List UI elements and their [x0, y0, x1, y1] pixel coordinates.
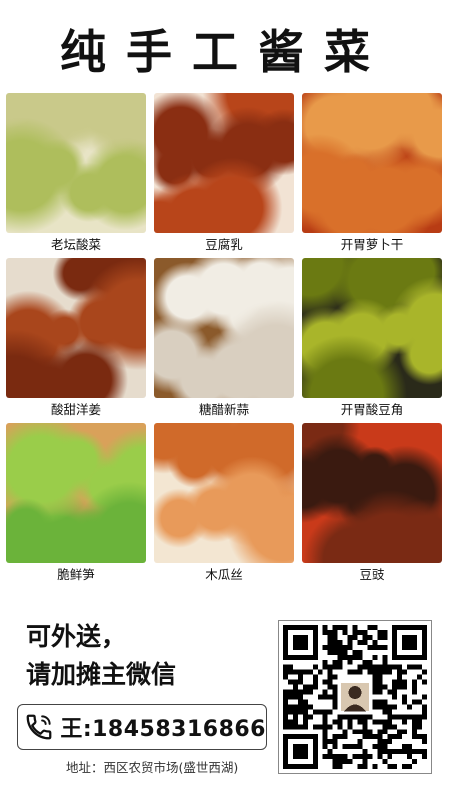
promo-line-2: 请加摊主微信: [26, 660, 177, 689]
product-photo: [154, 93, 294, 233]
product-name: 糖醋新蒜: [198, 402, 249, 417]
delivery-promo: 可外送， 请加摊主微信: [26, 618, 276, 694]
product-name: 开胃萝卜干: [340, 237, 404, 252]
qr-code-graphic: [283, 625, 427, 769]
product-name: 酸甜洋姜: [50, 402, 101, 417]
address-text: 地址：西区农贸市场(盛世西湖): [66, 760, 239, 775]
product-photo: [6, 258, 146, 398]
product-name: 木瓜丝: [205, 567, 243, 582]
phone-icon: [18, 705, 60, 749]
product-photo: [302, 423, 442, 563]
product-photo: [302, 258, 442, 398]
product-name: 豆腐乳: [205, 237, 243, 252]
product-item[interactable]: 老坛酸菜: [6, 93, 146, 255]
product-name: 豆豉: [359, 567, 385, 582]
product-grid: 老坛酸菜 豆腐乳 开胃萝卜干 酸甜洋姜 糖醋新蒜 开胃酸豆角 脆鲜笋 木瓜丝 豆…: [6, 93, 444, 585]
product-item[interactable]: 开胃萝卜干: [302, 93, 442, 255]
product-item[interactable]: 木瓜丝: [154, 423, 294, 585]
phone-box[interactable]: 王:18458316866: [17, 704, 267, 750]
product-item[interactable]: 酸甜洋姜: [6, 258, 146, 420]
product-item[interactable]: 脆鲜笋: [6, 423, 146, 585]
product-photo: [154, 258, 294, 398]
phone-number[interactable]: 王:18458316866: [60, 711, 266, 743]
product-photo: [6, 93, 146, 233]
page-title: 纯手工酱菜: [0, 18, 450, 80]
product-name: 开胃酸豆角: [340, 402, 404, 417]
product-name: 老坛酸菜: [50, 237, 101, 252]
promo-line-1: 可外送，: [26, 622, 127, 651]
product-name: 脆鲜笋: [57, 567, 95, 582]
product-item[interactable]: 开胃酸豆角: [302, 258, 442, 420]
wechat-qr-code[interactable]: [278, 620, 432, 774]
product-photo: [154, 423, 294, 563]
product-photo: [302, 93, 442, 233]
product-photo: [6, 423, 146, 563]
page-title-text: 纯手工酱菜: [60, 25, 390, 79]
product-item[interactable]: 豆腐乳: [154, 93, 294, 255]
product-item[interactable]: 糖醋新蒜: [154, 258, 294, 420]
product-item[interactable]: 豆豉: [302, 423, 442, 585]
